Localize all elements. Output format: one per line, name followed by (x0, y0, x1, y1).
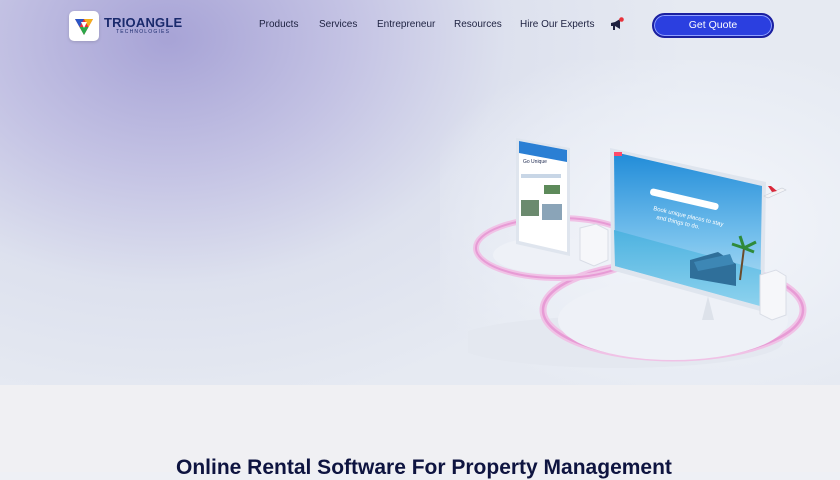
logo-icon[interactable] (69, 11, 99, 41)
brand-name: TRIOANGLE (104, 15, 183, 30)
brand-tagline: TECHNOLOGIES (116, 29, 171, 35)
rental-app-illustration: Go Unique Book unique places to stay and… (468, 138, 807, 368)
nav-entrepreneur[interactable]: Entrepreneur (377, 19, 435, 30)
nav-services[interactable]: Services (319, 19, 357, 30)
nav-resources[interactable]: Resources (454, 19, 502, 30)
hero-section: Go Unique Book unique places to stay and… (0, 0, 840, 385)
section-heading: Online Rental Software For Property Mana… (176, 456, 672, 479)
top-nav: TRIOANGLE TECHNOLOGIES Products Services… (0, 0, 840, 52)
get-quote-button[interactable]: Get Quote (652, 13, 774, 38)
nav-products[interactable]: Products (259, 19, 298, 30)
nav-hire-experts[interactable]: Hire Our Experts (520, 19, 594, 30)
megaphone-icon[interactable] (610, 17, 624, 31)
phone-headline: Go Unique (523, 159, 547, 165)
phone-mockup: Go Unique (516, 138, 570, 256)
